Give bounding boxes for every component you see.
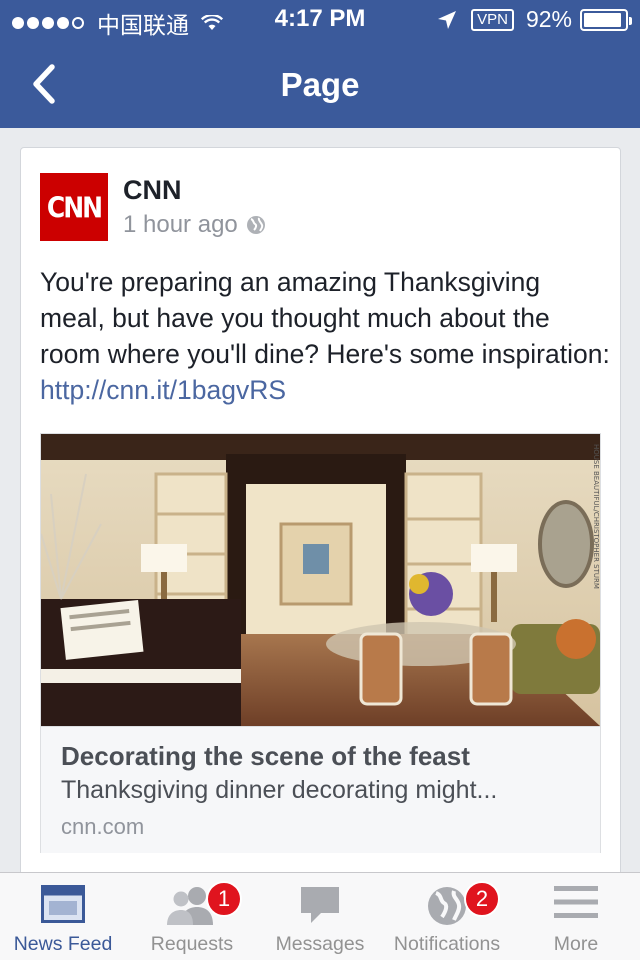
top-bar: 中国联通 4:17 PM VPN 92% Page (0, 0, 640, 128)
tab-label: Requests (150, 933, 234, 955)
tab-label: News Feed (13, 933, 113, 955)
navigation-bar: Page (0, 40, 640, 128)
battery-icon (580, 8, 632, 31)
preview-description: Thanksgiving dinner decorating might... (61, 776, 498, 804)
tab-requests[interactable]: 1 Requests (126, 873, 258, 960)
link-preview[interactable]: HOUSE BEAUTIFUL/CHRISTOPHER STURM Decora… (40, 433, 601, 853)
notifications-badge: 2 (464, 881, 500, 917)
post-meta: 1 hour ago (123, 211, 266, 239)
post-card: CNN CNN 1 hour ago You're preparing an a… (20, 147, 621, 887)
requests-badge: 1 (206, 881, 242, 917)
messages-icon (301, 887, 339, 923)
battery-level (584, 12, 621, 27)
tab-news-feed[interactable]: News Feed (0, 873, 126, 960)
preview-image: HOUSE BEAUTIFUL/CHRISTOPHER STURM (41, 434, 600, 726)
hamburger-menu-icon (554, 886, 598, 918)
preview-footer: Decorating the scene of the feast Thanks… (41, 726, 600, 853)
battery-percent: 92% (525, 6, 572, 32)
page-name[interactable]: CNN (123, 175, 182, 206)
post-message-text: You're preparing an amazing Thanksgiving… (40, 267, 610, 369)
notifications-globe-icon (428, 887, 466, 925)
page-avatar[interactable]: CNN (40, 173, 108, 241)
dining-room-photo: HOUSE BEAUTIFUL/CHRISTOPHER STURM (41, 434, 600, 726)
vpn-indicator: VPN (471, 8, 514, 31)
post-link[interactable]: http://cnn.it/1bagvRS (40, 375, 286, 405)
post-timestamp[interactable]: 1 hour ago (123, 211, 238, 239)
status-right: VPN 92% (437, 6, 632, 33)
preview-title: Decorating the scene of the feast (61, 741, 470, 771)
post-message: You're preparing an amazing Thanksgiving… (40, 264, 610, 408)
image-credit: HOUSE BEAUTIFUL/CHRISTOPHER STURM (592, 444, 600, 589)
preview-domain: cnn.com (61, 814, 145, 839)
tab-label: Messages (275, 933, 365, 955)
page-title: Page (280, 66, 360, 103)
tab-notifications[interactable]: 2 Notifications (382, 873, 512, 960)
cnn-logo: CNN (46, 190, 103, 224)
status-bar: 中国联通 4:17 PM VPN 92% (0, 0, 640, 40)
news-feed-icon (41, 885, 85, 923)
tab-label: More (553, 933, 599, 955)
tab-more[interactable]: More (512, 873, 640, 960)
globe-icon (246, 216, 265, 234)
location-arrow-icon (438, 10, 457, 29)
tab-messages[interactable]: Messages (258, 873, 382, 960)
tab-bar: News Feed 1 Requests Messages 2 Notifica… (0, 872, 640, 960)
tab-label: Notifications (393, 933, 501, 955)
